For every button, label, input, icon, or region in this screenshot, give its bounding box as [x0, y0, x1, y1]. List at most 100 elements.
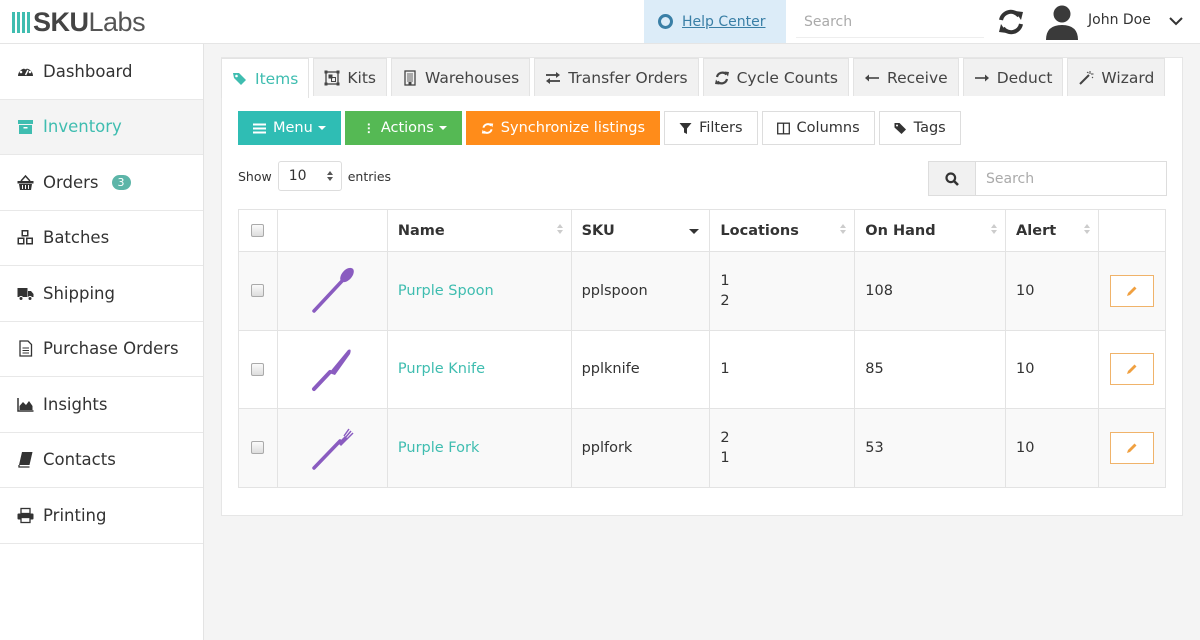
tab-kits[interactable]: Kits: [313, 58, 387, 96]
sidebar-item-label: Orders: [43, 172, 99, 192]
tab-label: Transfer Orders: [568, 68, 688, 87]
locations-list: 12: [720, 271, 844, 311]
sidebar-item-shipping[interactable]: Shipping: [0, 266, 203, 322]
refresh-icon: [714, 70, 730, 86]
sort-icon: [840, 224, 847, 234]
logo-bars-icon: [12, 11, 30, 33]
filter-icon: [679, 122, 692, 134]
tab-cycle-counts[interactable]: Cycle Counts: [702, 58, 849, 96]
table-row: Purple Knife pplknife 1 85 10: [238, 329, 1167, 409]
orders-count-badge: 3: [111, 174, 131, 190]
sidebar-item-batches[interactable]: Batches: [0, 211, 203, 266]
top-bar: SKULabs Help Center John Doe: [0, 0, 1200, 44]
tab-transfer-orders[interactable]: Transfer Orders: [534, 58, 699, 96]
basket-icon: [17, 174, 34, 191]
tab-warehouses[interactable]: Warehouses: [390, 58, 531, 96]
alert-column-header[interactable]: Alert: [1005, 209, 1099, 252]
pencil-icon: [1126, 286, 1137, 296]
exchange-icon: [545, 70, 561, 86]
item-name-link[interactable]: Purple Fork: [398, 440, 479, 456]
product-image[interactable]: [276, 251, 388, 331]
locations-list: 1: [720, 359, 844, 379]
name-column-header[interactable]: Name: [386, 209, 572, 252]
object-group-icon: [324, 70, 340, 86]
synchronize-listings-button[interactable]: Synchronize listings: [465, 111, 661, 145]
tag-icon: [894, 122, 906, 134]
cubes-icon: [17, 229, 34, 246]
locations-column-header[interactable]: Locations: [709, 209, 856, 252]
on-hand-column-header[interactable]: On Hand: [854, 209, 1007, 252]
columns-button[interactable]: Columns: [761, 111, 875, 145]
product-image[interactable]: [276, 408, 388, 488]
tab-label: Wizard: [1101, 68, 1155, 87]
sidebar-item-label: Insights: [43, 394, 108, 414]
alert-cell: 10: [1005, 408, 1099, 488]
on-hand-cell: 85: [854, 329, 1007, 409]
logo-text-light: Labs: [88, 6, 146, 37]
building-icon: [402, 69, 418, 86]
on-hand-cell: 108: [854, 251, 1007, 331]
item-name-link[interactable]: Purple Spoon: [398, 283, 494, 299]
sidebar-item-contacts[interactable]: Contacts: [0, 433, 203, 488]
search-button[interactable]: [929, 162, 976, 195]
product-image[interactable]: [276, 329, 388, 409]
tab-items[interactable]: Items: [221, 58, 310, 98]
item-name-link[interactable]: Purple Knife: [398, 361, 485, 377]
sku-column-header[interactable]: SKU: [570, 209, 711, 252]
location-value: 1: [720, 449, 730, 466]
actions-button-label: Actions: [380, 120, 434, 136]
help-center-link[interactable]: Help Center: [644, 0, 786, 43]
row-checkbox[interactable]: [251, 284, 265, 298]
menu-button-label: Menu: [273, 120, 313, 136]
sidebar-item-dashboard[interactable]: Dashboard: [0, 44, 203, 100]
dashboard-icon: [17, 63, 34, 80]
location-value: 2: [720, 292, 730, 309]
tab-label: Cycle Counts: [736, 68, 838, 87]
edit-item-button[interactable]: [1109, 353, 1154, 386]
truck-icon: [17, 285, 34, 302]
sidebar-item-label: Shipping: [43, 283, 115, 303]
edit-item-button[interactable]: [1109, 431, 1154, 464]
sort-icon: [991, 224, 998, 234]
column-header-label: Name: [397, 222, 445, 239]
tab-label: Deduct: [996, 68, 1053, 87]
row-checkbox[interactable]: [251, 362, 265, 376]
sidebar-item-label: Contacts: [43, 450, 116, 470]
sidebar-item-purchase-orders[interactable]: Purchase Orders: [0, 322, 203, 377]
tab-label: Receive: [887, 68, 948, 87]
select-all-checkbox[interactable]: [251, 224, 265, 237]
logo[interactable]: SKULabs: [12, 6, 146, 38]
user-avatar-icon[interactable]: [1045, 4, 1079, 40]
entries-per-page-select[interactable]: 10: [277, 161, 342, 191]
tab-receive[interactable]: Receive: [853, 58, 959, 96]
column-header-label: Locations: [720, 222, 799, 239]
help-lifebuoy-icon: [658, 14, 673, 29]
document-icon: [17, 340, 34, 357]
inventory-tabs: Items Kits Warehouses Transfer Orders Cy…: [221, 58, 1166, 98]
sidebar-item-label: Inventory: [43, 117, 122, 137]
refresh-icon[interactable]: [996, 8, 1026, 36]
chevron-down-icon[interactable]: [1168, 15, 1184, 27]
tab-label: Warehouses: [424, 68, 520, 87]
global-search-input[interactable]: [796, 6, 984, 38]
user-name[interactable]: John Doe: [1088, 12, 1151, 28]
sidebar-item-printing[interactable]: Printing: [0, 488, 203, 544]
sidebar-item-insights[interactable]: Insights: [0, 377, 203, 433]
table-search-input[interactable]: [976, 162, 1166, 195]
pencil-icon: [1126, 443, 1137, 453]
tab-wizard[interactable]: Wizard: [1067, 58, 1166, 96]
row-checkbox[interactable]: [251, 441, 265, 455]
menu-button[interactable]: Menu: [238, 111, 341, 145]
sidebar-item-label: Printing: [43, 505, 107, 525]
sku-cell: pplfork: [570, 408, 711, 488]
sidebar-item-orders[interactable]: Orders 3: [0, 155, 203, 211]
edit-item-button[interactable]: [1109, 274, 1154, 307]
filters-button[interactable]: Filters: [664, 111, 758, 145]
sidebar-item-inventory[interactable]: Inventory: [0, 99, 203, 155]
caret-down-icon: [438, 126, 447, 130]
length-menu: Show 10 entries: [238, 161, 391, 191]
tags-button[interactable]: Tags: [878, 111, 961, 145]
tab-deduct[interactable]: Deduct: [962, 58, 1064, 96]
column-header-label: SKU: [581, 222, 615, 239]
actions-button[interactable]: Actions: [344, 111, 462, 145]
